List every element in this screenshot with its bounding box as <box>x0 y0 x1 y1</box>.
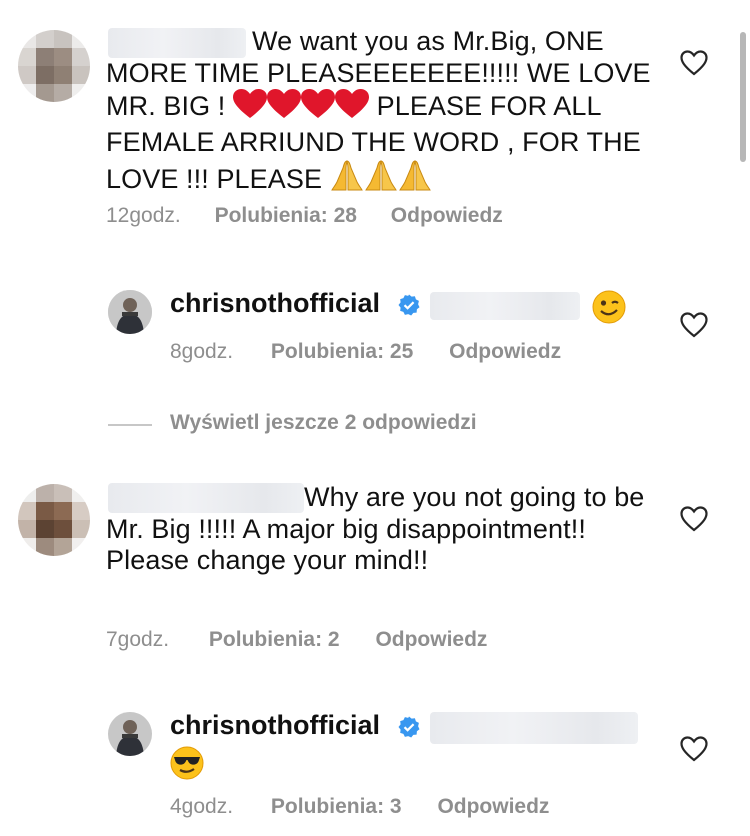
red-heart-icon <box>335 89 370 127</box>
folded-hands-icon <box>330 158 364 200</box>
like-heart-icon[interactable] <box>680 50 708 76</box>
comment-meta: 7godz. Polubienia: 2 Odpowiedz <box>106 628 487 652</box>
comment-text-intro: We want you as Mr.Big, ONE <box>252 26 604 56</box>
likes-count-button[interactable]: Polubienia: 28 <box>215 204 357 227</box>
comment-text: We want you as Mr.Big, ONE MORE TIME PLE… <box>106 26 666 200</box>
like-heart-icon[interactable] <box>680 506 708 532</box>
folded-hands-icon <box>364 158 398 200</box>
reply-time: 8godz. <box>170 340 234 363</box>
reply-button[interactable]: Odpowiedz <box>449 340 561 363</box>
verified-badge-icon <box>398 716 420 738</box>
username[interactable]: chrisnothofficial <box>170 288 380 319</box>
sunglasses-face-icon <box>170 746 204 780</box>
folded-hands-icon <box>398 158 432 200</box>
reply-button[interactable]: Odpowiedz <box>391 204 503 227</box>
avatar[interactable] <box>18 484 90 556</box>
comment-time: 12godz. <box>106 204 181 227</box>
reply-time: 4godz. <box>170 795 234 818</box>
avatar[interactable] <box>108 712 152 756</box>
view-more-replies-button[interactable]: Wyświetl jeszcze 2 odpowiedzi <box>170 411 477 435</box>
username[interactable]: chrisnothofficial <box>170 710 380 741</box>
winking-face-icon <box>592 290 626 324</box>
likes-count-button[interactable]: Polubienia: 25 <box>271 340 413 363</box>
divider <box>108 424 152 426</box>
comment-time: 7godz. <box>106 628 170 651</box>
likes-count-button[interactable]: Polubienia: 3 <box>271 795 402 818</box>
like-heart-icon[interactable] <box>680 736 708 762</box>
reply-button[interactable]: Odpowiedz <box>375 628 487 651</box>
scrollbar[interactable] <box>740 32 746 162</box>
reply-meta: 8godz. Polubienia: 25 Odpowiedz <box>170 340 561 364</box>
avatar[interactable] <box>108 290 152 334</box>
reply-meta: 4godz. Polubienia: 3 Odpowiedz <box>170 795 549 819</box>
comment-text: Why are you not going to be Mr. Big !!!!… <box>106 482 666 577</box>
red-heart-icon <box>233 89 268 127</box>
comment-meta: 12godz. Polubienia: 28 Odpowiedz <box>106 204 503 228</box>
likes-count-button[interactable]: Polubienia: 2 <box>209 628 340 651</box>
red-heart-icon <box>301 89 336 127</box>
reply-button[interactable]: Odpowiedz <box>437 795 549 818</box>
avatar[interactable] <box>18 30 90 102</box>
like-heart-icon[interactable] <box>680 312 708 338</box>
redacted-mention <box>430 712 638 744</box>
redacted-mention <box>430 292 580 320</box>
red-heart-icon <box>267 89 302 127</box>
verified-badge-icon <box>398 294 420 316</box>
comment-text-intro: Why are you not going to <box>304 482 607 512</box>
